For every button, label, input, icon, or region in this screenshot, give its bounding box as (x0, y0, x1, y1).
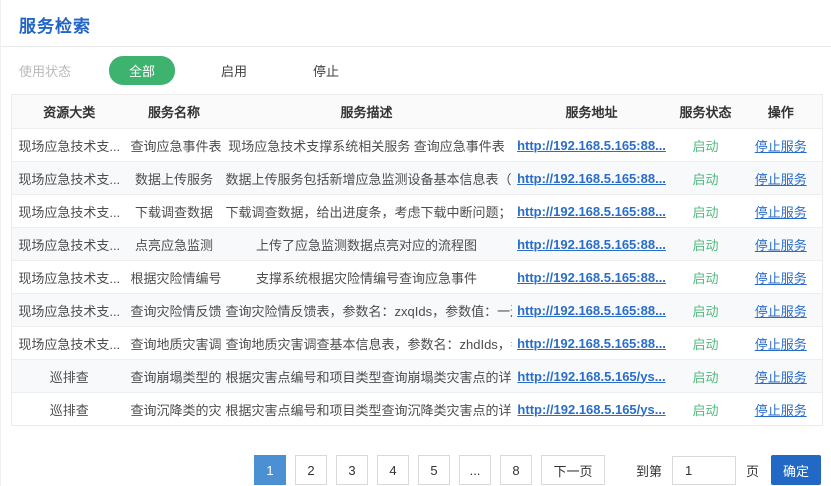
goto-page-input[interactable] (672, 456, 736, 485)
cell-service-name: 查询灾险情反馈... (127, 294, 222, 327)
stop-service-link[interactable]: 停止服务 (755, 337, 807, 352)
cell-service-name: 下载调查数据 (127, 195, 222, 228)
status-badge: 启动 (692, 304, 718, 319)
cell-service-name: 数据上传服务 (127, 162, 222, 195)
cell-service-name: 查询应急事件表 (127, 129, 222, 162)
cell-category: 现场应急技术支... (12, 195, 127, 228)
status-badge: 启动 (692, 172, 718, 187)
stop-service-link[interactable]: 停止服务 (755, 172, 807, 187)
goto-page-prefix-label: 到第 (636, 461, 662, 480)
service-url-link[interactable]: http://192.168.5.165:88... (517, 237, 666, 252)
cell-category: 现场应急技术支... (12, 228, 127, 261)
filter-option-stopped[interactable]: 停止 (293, 56, 359, 85)
service-url-link[interactable]: http://192.168.5.165:88... (517, 204, 666, 219)
stop-service-link[interactable]: 停止服务 (755, 370, 807, 385)
next-page-button[interactable]: 下一页 (541, 455, 605, 485)
page-title: 服务检索 (1, 0, 831, 46)
pagination: 1 2 3 4 5 ... 8 下一页 到第 页 确定 (254, 455, 831, 485)
stop-service-link[interactable]: 停止服务 (755, 205, 807, 220)
stop-service-link[interactable]: 停止服务 (755, 238, 807, 253)
stop-service-link[interactable]: 停止服务 (755, 139, 807, 154)
table-row: 现场应急技术支... 数据上传服务 数据上传服务包括新增应急监测设备基本信息表（… (12, 162, 823, 195)
service-url-link[interactable]: http://192.168.5.165:88... (517, 171, 666, 186)
table-row: 现场应急技术支... 查询应急事件表 现场应急技术支撑系统相关服务 查询应急事件… (12, 129, 823, 162)
service-search-panel: 服务检索 使用状态 全部 启用 停止 资源大类 服务名称 服务描述 服务地址 服… (0, 0, 831, 486)
table-row: 巡排查 查询崩塌类型的... 根据灾害点编号和项目类型查询崩塌类灾害点的详细..… (12, 360, 823, 393)
page-button-2[interactable]: 2 (295, 455, 327, 485)
cell-category: 巡排查 (12, 393, 127, 426)
col-header-status: 服务状态 (672, 95, 740, 129)
services-table: 资源大类 服务名称 服务描述 服务地址 服务状态 操作 现场应急技术支... 查… (11, 94, 823, 426)
goto-page-suffix-label: 页 (746, 461, 759, 480)
cell-category: 现场应急技术支... (12, 294, 127, 327)
table-header-row: 资源大类 服务名称 服务描述 服务地址 服务状态 操作 (12, 95, 823, 129)
cell-description: 数据上传服务包括新增应急监测设备基本信息表（YJB... (222, 162, 512, 195)
cell-category: 现场应急技术支... (12, 327, 127, 360)
col-header-url: 服务地址 (512, 95, 672, 129)
cell-description: 根据灾害点编号和项目类型查询沉降类灾害点的详细... (222, 393, 512, 426)
status-badge: 启动 (692, 370, 718, 385)
page-button-4[interactable]: 4 (377, 455, 409, 485)
stop-service-link[interactable]: 停止服务 (755, 271, 807, 286)
cell-service-name: 查询地质灾害调... (127, 327, 222, 360)
cell-service-name: 查询崩塌类型的... (127, 360, 222, 393)
table-row: 现场应急技术支... 根据灾险情编号... 支撑系统根据灾险情编号查询应急事件 … (12, 261, 823, 294)
status-badge: 启动 (692, 139, 718, 154)
cell-service-name: 根据灾险情编号... (127, 261, 222, 294)
cell-category: 现场应急技术支... (12, 129, 127, 162)
filter-option-enabled[interactable]: 启用 (201, 56, 267, 85)
page-button-5[interactable]: 5 (418, 455, 450, 485)
cell-service-name: 点亮应急监测 (127, 228, 222, 261)
page-button-3[interactable]: 3 (336, 455, 368, 485)
page-button-8[interactable]: 8 (500, 455, 532, 485)
status-badge: 启动 (692, 205, 718, 220)
cell-category: 巡排查 (12, 360, 127, 393)
cell-category: 现场应急技术支... (12, 162, 127, 195)
col-header-category: 资源大类 (12, 95, 127, 129)
cell-description: 上传了应急监测数据点亮对应的流程图 (222, 228, 512, 261)
confirm-button[interactable]: 确定 (771, 455, 821, 485)
service-url-link[interactable]: http://192.168.5.165:88... (517, 270, 666, 285)
stop-service-link[interactable]: 停止服务 (755, 403, 807, 418)
table-row: 现场应急技术支... 查询地质灾害调... 查询地质灾害调查基本信息表，参数名：… (12, 327, 823, 360)
service-url-link[interactable]: http://192.168.5.165:88... (517, 303, 666, 318)
cell-category: 现场应急技术支... (12, 261, 127, 294)
service-url-link[interactable]: http://192.168.5.165/ys... (517, 369, 665, 384)
col-header-name: 服务名称 (127, 95, 222, 129)
service-url-link[interactable]: http://192.168.5.165:88... (517, 138, 666, 153)
status-badge: 启动 (692, 403, 718, 418)
status-badge: 启动 (692, 238, 718, 253)
table-row: 现场应急技术支... 点亮应急监测 上传了应急监测数据点亮对应的流程图 http… (12, 228, 823, 261)
cell-service-name: 查询沉降类的灾... (127, 393, 222, 426)
service-url-link[interactable]: http://192.168.5.165/ys... (517, 402, 665, 417)
cell-description: 支撑系统根据灾险情编号查询应急事件 (222, 261, 512, 294)
col-header-action: 操作 (740, 95, 823, 129)
stop-service-link[interactable]: 停止服务 (755, 304, 807, 319)
cell-description: 根据灾害点编号和项目类型查询崩塌类灾害点的详细... (222, 360, 512, 393)
cell-description: 查询地质灾害调查基本信息表，参数名：zhdIds，参... (222, 327, 512, 360)
filter-option-all[interactable]: 全部 (109, 56, 175, 85)
table-row: 现场应急技术支... 下载调查数据 下载调查数据，给出进度条，考虑下载中断问题；… (12, 195, 823, 228)
filter-row: 使用状态 全部 启用 停止 (1, 47, 831, 94)
service-url-link[interactable]: http://192.168.5.165:88... (517, 336, 666, 351)
filter-label: 使用状态 (19, 61, 71, 80)
cell-description: 查询灾险情反馈表，参数名：zxqIds，参数值：一连... (222, 294, 512, 327)
page-ellipsis-button[interactable]: ... (459, 455, 491, 485)
page-button-1[interactable]: 1 (254, 455, 286, 485)
cell-description: 现场应急技术支撑系统相关服务 查询应急事件表 (222, 129, 512, 162)
status-badge: 启动 (692, 337, 718, 352)
cell-description: 下载调查数据，给出进度条，考虑下载中断问题；删... (222, 195, 512, 228)
table-row: 巡排查 查询沉降类的灾... 根据灾害点编号和项目类型查询沉降类灾害点的详细..… (12, 393, 823, 426)
col-header-description: 服务描述 (222, 95, 512, 129)
status-badge: 启动 (692, 271, 718, 286)
table-row: 现场应急技术支... 查询灾险情反馈... 查询灾险情反馈表，参数名：zxqId… (12, 294, 823, 327)
